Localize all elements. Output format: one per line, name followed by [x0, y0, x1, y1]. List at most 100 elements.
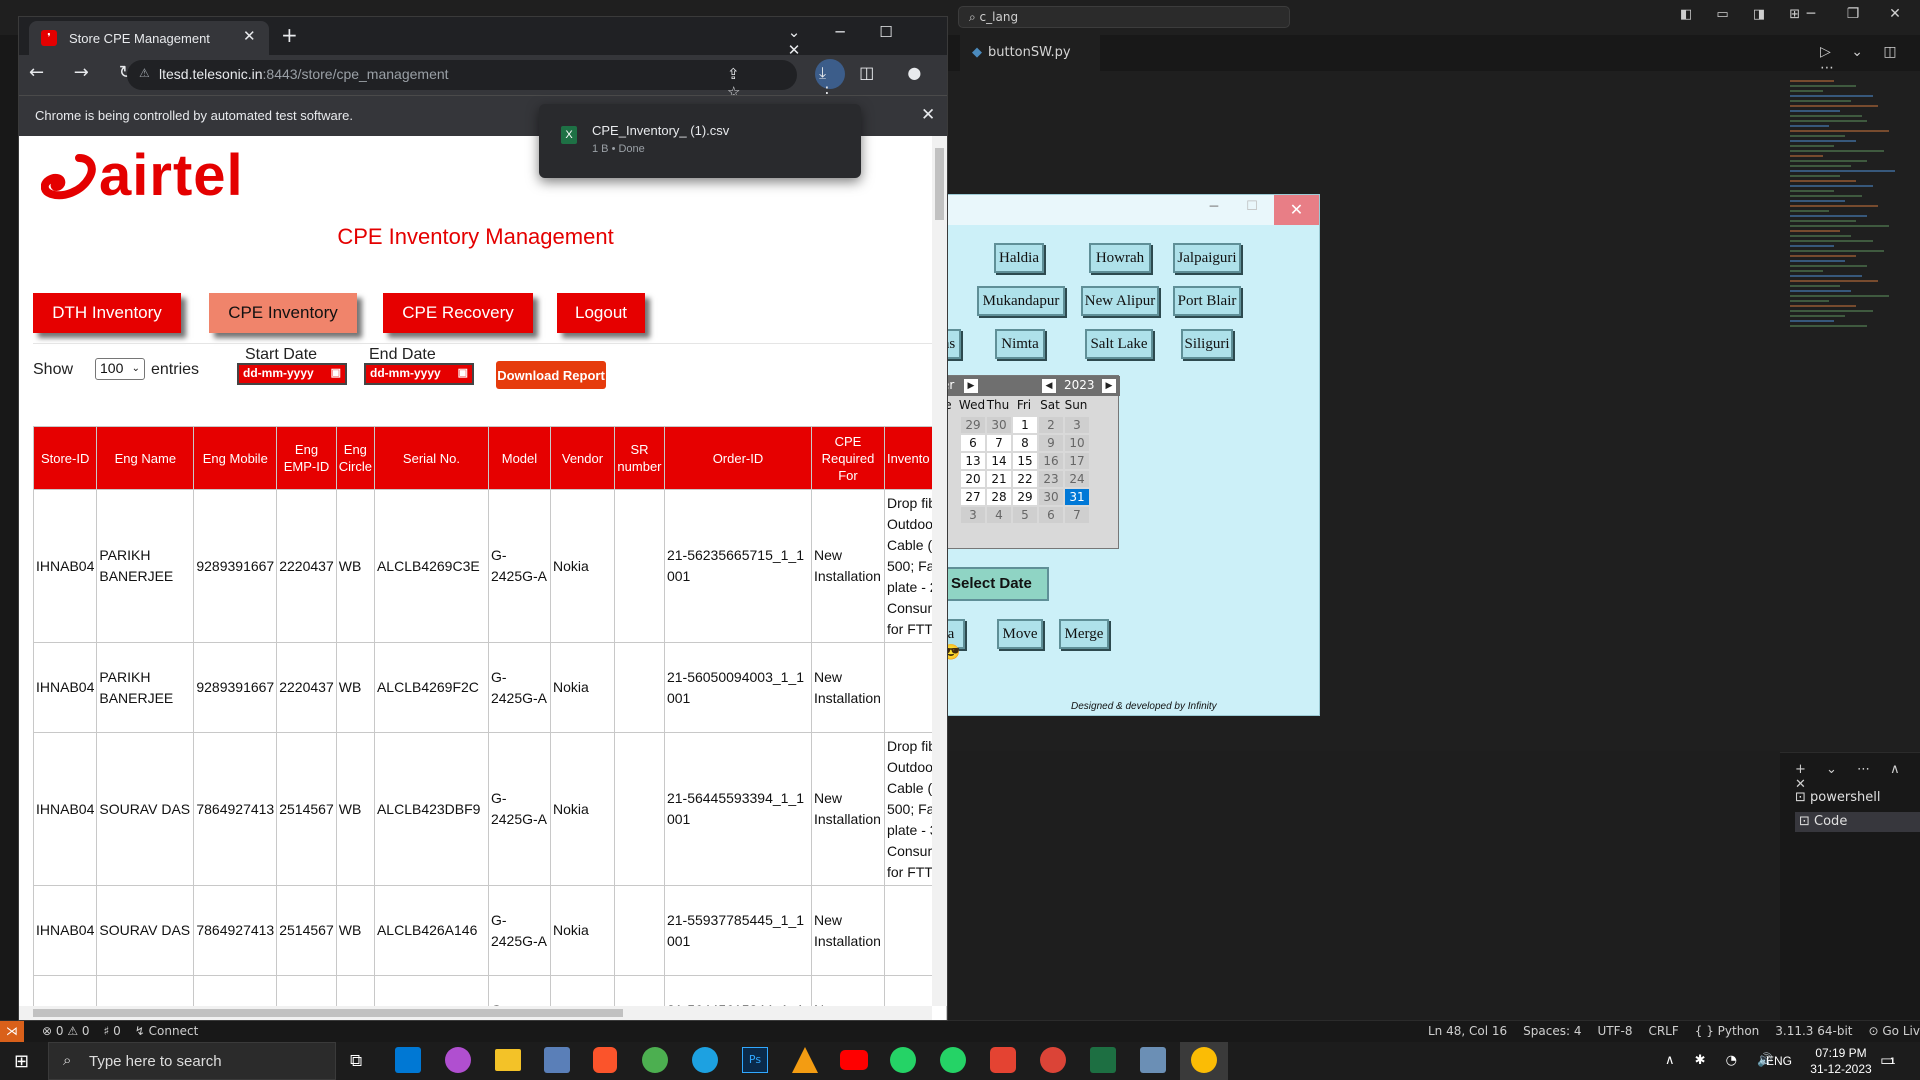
- minimize-icon[interactable]: ─: [817, 23, 863, 41]
- table-row[interactable]: IHNAB04 PARIKH BANERJEE 9289391667 2220437 W…: [32, 489, 947, 643]
- windows-start-icon[interactable]: ⊞: [14, 1051, 29, 1072]
- location-button-mukandapur[interactable]: Mukandapur: [977, 286, 1065, 316]
- edge-browser-icon[interactable]: [692, 1047, 718, 1073]
- calendar-day-cell[interactable]: 30: [986, 416, 1012, 434]
- photoshop-icon[interactable]: Ps: [742, 1047, 768, 1073]
- calendar-day-cell[interactable]: 7: [986, 434, 1012, 452]
- maximize-icon[interactable]: ☐: [1237, 199, 1267, 214]
- location-button-nimta[interactable]: Nimta: [995, 329, 1045, 359]
- interpreter[interactable]: 3.11.3 64-bit: [1775, 1024, 1852, 1038]
- calendar-day-cell[interactable]: 22: [1012, 470, 1038, 488]
- column-header-eng-mobile[interactable]: Eng Mobile: [193, 426, 278, 490]
- move-button[interactable]: Move: [997, 619, 1043, 649]
- indentation[interactable]: Spaces: 4: [1523, 1024, 1581, 1038]
- calendar-icon[interactable]: ▣: [458, 366, 468, 379]
- location-button-howrah[interactable]: Howrah: [1089, 243, 1151, 273]
- location-button-haldia[interactable]: Haldia: [994, 243, 1044, 273]
- close-icon[interactable]: ✕: [921, 105, 935, 125]
- site-info-icon[interactable]: ⚠: [139, 66, 150, 80]
- calendar-day-cell[interactable]: 6: [1038, 506, 1064, 524]
- logout-button[interactable]: Logout: [557, 293, 645, 333]
- vlc-player-icon[interactable]: [792, 1047, 818, 1073]
- language-mode[interactable]: { } Python: [1695, 1024, 1760, 1038]
- calendar-day-cell[interactable]: 27: [960, 488, 986, 506]
- terminal-item-code[interactable]: ⊡ Code: [1795, 812, 1920, 832]
- app-taskbar-icon[interactable]: [445, 1047, 471, 1073]
- location-button-siliguri[interactable]: Siliguri: [1181, 329, 1233, 359]
- calendar-day-cell[interactable]: 10: [1064, 434, 1090, 452]
- calendar-day-cell[interactable]: 3: [1064, 416, 1090, 434]
- horizontal-scroll-thumb[interactable]: [33, 1009, 623, 1017]
- download-bubble[interactable]: X CPE_Inventory_ (1).csv 1 B • Done: [539, 104, 861, 178]
- calendar-day-cell[interactable]: 5: [1012, 506, 1038, 524]
- taskbar-search-box[interactable]: ⌕ Type here to search: [48, 1042, 336, 1080]
- calendar-day-cell[interactable]: 29: [960, 416, 986, 434]
- column-header-sr-number[interactable]: SR number: [613, 426, 665, 490]
- start-date-input[interactable]: dd-mm-yyyy ▣: [237, 363, 347, 385]
- column-header-eng-name[interactable]: Eng Name: [96, 426, 195, 490]
- calendar-day-cell[interactable]: 23: [1038, 470, 1064, 488]
- chrome-taskbar-icon[interactable]: [1040, 1047, 1066, 1073]
- column-header-store-id[interactable]: Store-ID: [32, 426, 98, 490]
- cursor-position[interactable]: Ln 48, Col 16: [1428, 1024, 1507, 1038]
- line-ending[interactable]: CRLF: [1648, 1024, 1678, 1038]
- youtube-icon[interactable]: [840, 1050, 868, 1070]
- download-report-button[interactable]: Download Report: [496, 361, 606, 389]
- column-header-vendor[interactable]: Vendor: [549, 426, 615, 490]
- encoding[interactable]: UTF-8: [1597, 1024, 1632, 1038]
- location-button-salt-lake[interactable]: Salt Lake: [1085, 329, 1153, 359]
- vscode-taskbar-icon[interactable]: [395, 1047, 421, 1073]
- terminal-item-powershell[interactable]: ⊡ powershell: [1795, 790, 1880, 805]
- vertical-scrollbar[interactable]: [932, 136, 947, 1006]
- chrome-tab-store-cpe[interactable]: ❜ Store CPE Management ✕: [29, 21, 269, 55]
- column-header-serial-no[interactable]: Serial No.: [373, 426, 489, 490]
- download-filename[interactable]: CPE_Inventory_ (1).csv: [592, 123, 729, 138]
- app-taskbar-icon[interactable]: [544, 1047, 570, 1073]
- prev-year-icon[interactable]: ◀: [1042, 379, 1056, 393]
- restore-icon[interactable]: ❐: [1832, 6, 1874, 22]
- next-year-icon[interactable]: ▶: [1102, 379, 1116, 393]
- maximize-icon[interactable]: ☐: [863, 23, 909, 41]
- file-explorer-icon[interactable]: [495, 1049, 521, 1071]
- cpe-inventory-button[interactable]: CPE Inventory: [209, 293, 357, 333]
- input-language[interactable]: ENG: [1766, 1054, 1792, 1068]
- end-date-input[interactable]: dd-mm-yyyy ▣: [364, 363, 474, 385]
- tab-search-icon[interactable]: ⌄: [771, 23, 817, 41]
- calendar-day-cell[interactable]: 4: [986, 506, 1012, 524]
- location-button-port-blair[interactable]: Port Blair: [1173, 286, 1241, 316]
- todoist-icon[interactable]: [990, 1047, 1016, 1073]
- taskbar-clock[interactable]: 07:19 PM 31-12-2023: [1796, 1045, 1886, 1077]
- new-tab-icon[interactable]: +: [281, 23, 298, 47]
- calendar-day-cell[interactable]: 30: [1038, 488, 1064, 506]
- calendar-day-cell[interactable]: 31: [1064, 488, 1090, 506]
- calendar-day-cell[interactable]: 3: [960, 506, 986, 524]
- entries-select[interactable]: 100 ⌄: [95, 358, 145, 380]
- whatsapp-icon[interactable]: [890, 1047, 916, 1073]
- calendar-day-cell[interactable]: 15: [1012, 452, 1038, 470]
- calendar-day-cell[interactable]: 17: [1064, 452, 1090, 470]
- calendar-day-cell[interactable]: 24: [1064, 470, 1090, 488]
- column-header-model[interactable]: Model: [487, 426, 551, 490]
- close-icon[interactable]: ✕: [1874, 6, 1916, 22]
- remote-icon[interactable]: ⋊: [0, 1021, 24, 1043]
- excel-icon[interactable]: [1090, 1047, 1116, 1073]
- calendar-day-cell[interactable]: 29: [1012, 488, 1038, 506]
- minimize-icon[interactable]: ─: [1199, 199, 1229, 215]
- calendar-day-cell[interactable]: 2: [1038, 416, 1064, 434]
- next-month-icon[interactable]: ▶: [964, 379, 978, 393]
- close-tab-icon[interactable]: ✕: [243, 27, 256, 45]
- vscode-command-search[interactable]: ⌕ c_lang: [958, 6, 1290, 28]
- calendar-day-cell[interactable]: 9: [1038, 434, 1064, 452]
- calendar-day-cell[interactable]: 28: [986, 488, 1012, 506]
- calendar-day-cell[interactable]: 8: [1012, 434, 1038, 452]
- column-header-cpe-required-for[interactable]: CPE Required For: [810, 426, 885, 490]
- calendar-icon[interactable]: ▣: [331, 366, 341, 379]
- brave-browser-icon[interactable]: [593, 1047, 617, 1073]
- close-icon[interactable]: ✕: [1274, 195, 1319, 225]
- vertical-scroll-thumb[interactable]: [935, 148, 944, 220]
- calendar-day-cell[interactable]: 6: [960, 434, 986, 452]
- chrome-taskbar-icon[interactable]: [642, 1047, 668, 1073]
- calendar-day-cell[interactable]: 21: [986, 470, 1012, 488]
- app-taskbar-icon[interactable]: [1140, 1047, 1166, 1073]
- table-row[interactable]: IHNAB04SOURAV DAS78649274132514567WBALCL…: [32, 885, 947, 976]
